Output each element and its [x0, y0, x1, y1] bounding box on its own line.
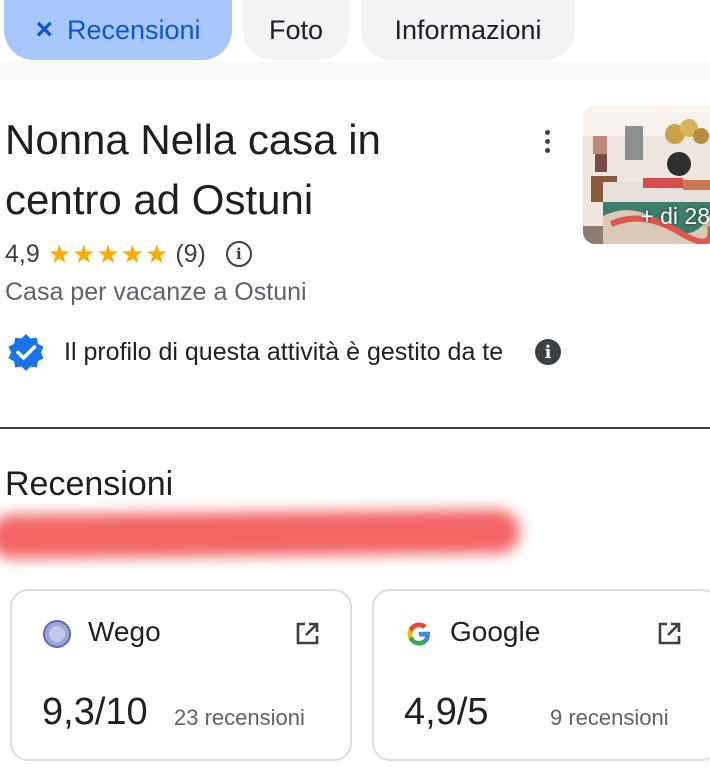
close-icon[interactable]: ×	[35, 13, 53, 47]
place-title: Nonna Nella casa in centro ad Ostuni	[5, 116, 381, 223]
place-photo[interactable]: + di 28	[583, 106, 710, 244]
source-name: Wego	[88, 616, 161, 647]
source-name: Google	[450, 616, 541, 647]
review-count[interactable]: (9)	[175, 240, 206, 269]
tab-recensioni-label: Recensioni	[66, 14, 201, 45]
more-options-icon[interactable]	[537, 127, 557, 159]
tab-foto[interactable]: Foto	[243, 0, 349, 60]
source-review-count: 9 recensioni	[550, 705, 669, 730]
review-source-card-wego[interactable]: Wego 9,3/10 23 recensioni	[10, 589, 352, 761]
wego-globe-icon	[43, 620, 71, 648]
source-score: 4,9/5	[404, 691, 489, 733]
info-outline-icon[interactable]: i	[225, 241, 252, 267]
rating-row: 4,9 ★★★★★ (9) i	[5, 236, 252, 272]
source-review-count: 23 recensioni	[174, 705, 305, 730]
star-rating: ★★★★★	[47, 238, 170, 269]
rating-value: 4,9	[5, 239, 40, 268]
google-g-icon	[407, 622, 430, 646]
section-divider	[0, 427, 710, 429]
verified-badge-icon	[8, 334, 44, 371]
source-score: 9,3/10	[42, 691, 148, 733]
managed-profile-text: Il profilo di questa attività è gestito …	[64, 338, 504, 366]
review-source-card-google[interactable]: Google 4,9/5 9 recensioni	[372, 589, 710, 761]
tab-foto-label: Foto	[268, 14, 324, 45]
tab-recensioni[interactable]: × Recensioni	[4, 0, 232, 60]
tab-informazioni[interactable]: Informazioni	[361, 0, 575, 60]
tab-informazioni-label: Informazioni	[394, 14, 542, 45]
open-in-new-icon[interactable]	[294, 621, 320, 647]
header-separator	[0, 62, 710, 80]
more-photos-label: + di 28	[640, 203, 710, 229]
place-category: Casa per vacanze a Ostuni	[5, 278, 307, 306]
reviews-section-title: Recensioni	[5, 465, 174, 503]
info-icon[interactable]: i	[535, 339, 561, 365]
open-in-new-icon[interactable]	[656, 621, 682, 647]
redaction-mark	[0, 509, 521, 559]
